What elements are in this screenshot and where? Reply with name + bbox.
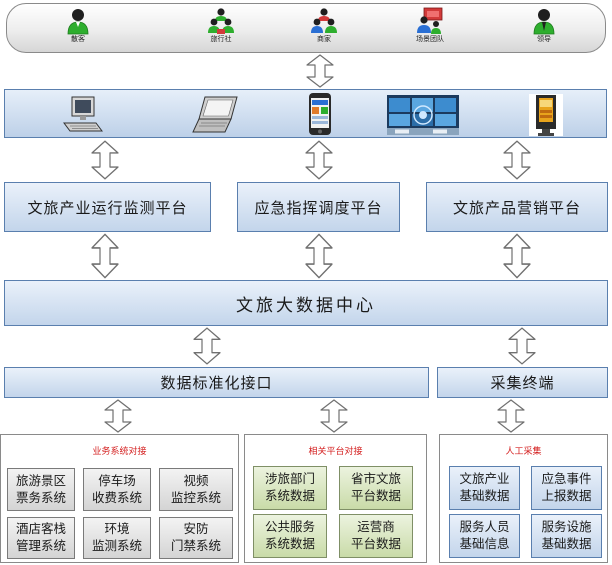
merchant-icon [311,8,337,33]
user-travel-agency: 旅行社 [191,7,251,44]
double-arrow-icon [104,399,132,433]
double-arrow-icon [508,327,536,365]
panel-title: 业务系统对接 [92,446,147,456]
marketing-platform-label: 文旅产品营销平台 [452,199,581,217]
panel-title: 人工采集 [505,446,542,456]
related-cell: 运营商 平台数据 [339,514,413,558]
user-label: 场景团队 [416,36,444,43]
double-arrow-icon [91,233,119,279]
double-arrow-icon [503,140,531,180]
monitoring-platform-box: 文旅产业运行监测平台 [4,182,211,232]
standard-interface-label: 数据标准化接口 [160,375,273,392]
related-cell: 涉旅部门 系统数据 [253,466,327,510]
monitoring-platform-label: 文旅产业运行监测平台 [27,199,188,217]
team-board-icon [417,7,443,34]
single-person-icon [67,9,89,35]
business-cell: 旅游景区 票务系统 [7,468,75,511]
user-scene-team: 场景团队 [400,7,460,44]
collection-terminal-label: 采集终端 [490,375,555,392]
user-leader: 领导 [514,7,574,44]
user-label: 散客 [71,36,85,43]
collection-terminal-box: 采集终端 [437,367,608,398]
manual-cell: 服务人员 基础信息 [449,514,520,558]
panel-title: 相关平台对接 [308,446,363,456]
manual-collection-panel: 人工采集 文旅产业 基础数据 应急事件 上报数据 服务人员 基础信息 服务设施 … [439,434,608,563]
manual-cell: 应急事件 上报数据 [531,466,602,510]
user-merchant: 商家 [294,7,354,44]
group-icon [208,8,234,34]
business-cell: 视频 监控系统 [159,468,233,511]
video-wall-icon [387,95,459,135]
user-label: 商家 [317,36,331,43]
user-label: 旅行社 [210,36,232,43]
user-bar: 散客 旅行社 商家 场景团队 领导 [6,3,606,53]
double-arrow-icon [497,399,525,433]
double-arrow-icon [193,327,221,365]
double-arrow-icon [306,54,334,88]
double-arrow-icon [320,399,348,433]
data-center-label: 文旅大数据中心 [236,295,376,315]
business-cell: 环境 监测系统 [83,517,151,559]
business-systems-panel: 业务系统对接 旅游景区 票务系统 停车场 收费系统 视频 监控系统 酒店客栈 管… [0,434,239,563]
related-cell: 省市文旅 平台数据 [339,466,413,510]
manual-cell: 服务设施 基础数据 [531,514,602,558]
laptop-icon [192,96,238,133]
leader-icon [533,9,555,35]
device-bar [4,89,607,138]
desktop-pc-icon [63,96,103,132]
related-platforms-panel: 相关平台对接 涉旅部门 系统数据 省市文旅 平台数据 公共服务 系统数据 运营商… [244,434,427,563]
business-cell: 酒店客栈 管理系统 [7,517,75,559]
double-arrow-icon [305,140,333,180]
double-arrow-icon [503,233,531,279]
double-arrow-icon [305,233,333,279]
standard-interface-box: 数据标准化接口 [4,367,429,398]
double-arrow-icon [91,140,119,180]
data-center-box: 文旅大数据中心 [4,280,608,326]
smartphone-icon [309,93,331,135]
emergency-platform-box: 应急指挥调度平台 [237,182,400,232]
manual-cell: 文旅产业 基础数据 [449,466,520,510]
user-label: 领导 [537,36,551,43]
marketing-platform-box: 文旅产品营销平台 [426,182,608,232]
business-cell: 安防 门禁系统 [159,517,233,559]
user-tourist: 散客 [48,7,108,44]
business-cell: 停车场 收费系统 [83,468,151,511]
emergency-platform-label: 应急指挥调度平台 [254,199,383,217]
kiosk-icon [529,94,563,136]
related-cell: 公共服务 系统数据 [253,514,327,558]
